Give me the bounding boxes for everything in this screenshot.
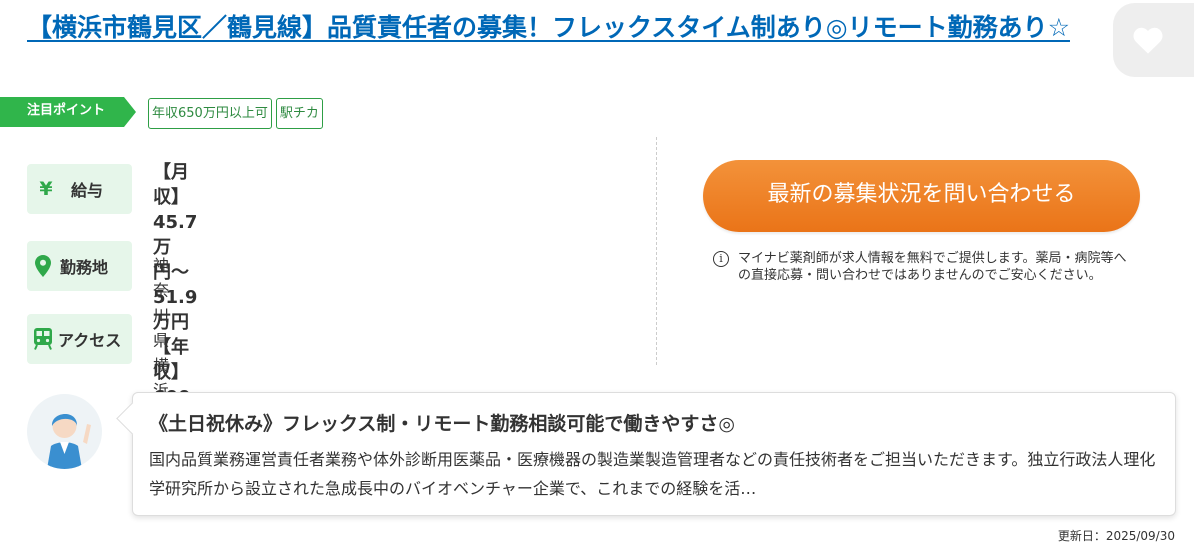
highlight-tags: 年収650万円以上可 駅チカ xyxy=(148,98,323,129)
location-label: 勤務地 xyxy=(27,241,132,291)
train-icon xyxy=(32,328,54,350)
salary-label: ¥ 給与 xyxy=(27,164,132,214)
tag-near-station: 駅チカ xyxy=(275,98,323,129)
column-divider xyxy=(656,137,657,365)
info-icon: i xyxy=(713,251,729,267)
inquire-button[interactable]: 最新の募集状況を問い合わせる xyxy=(703,160,1140,232)
job-message-title: 《土日祝休み》フレックス制・リモート勤務相談可能で働きやすさ◎ xyxy=(149,413,736,435)
tag-salary-650: 年収650万円以上可 xyxy=(148,98,272,129)
inquiry-notice-text: マイナビ薬剤師が求人情報を無料でご提供します。薬局・病院等への直接応募・問い合わ… xyxy=(738,251,1127,283)
yen-icon: ¥ xyxy=(39,178,53,200)
job-message-body: 国内品質業務運営責任者業務や体外診断用医薬品・医療機器の製造業製造管理者などの責… xyxy=(149,450,1156,498)
access-label: アクセス xyxy=(27,314,132,364)
map-pin-icon xyxy=(32,255,54,277)
favorite-button[interactable] xyxy=(1113,3,1194,77)
job-message-card: 《土日祝休み》フレックス制・リモート勤務相談可能で働きやすさ◎ 国内品質業務運営… xyxy=(132,392,1176,516)
inquiry-notice: i マイナビ薬剤師が求人情報を無料でご提供します。薬局・病院等への直接応募・問い… xyxy=(713,250,1133,284)
job-title-link[interactable]: 【横浜市鶴見区／鶴見線】品質責任者の募集！フレックスタイム制あり◎リモート勤務あ… xyxy=(27,8,1097,48)
heart-icon xyxy=(1133,27,1163,54)
highlight-points-label: 注目ポイント xyxy=(0,97,136,127)
updated-date: 更新日：2025/09/30 xyxy=(1057,529,1175,543)
advisor-avatar xyxy=(27,394,102,469)
